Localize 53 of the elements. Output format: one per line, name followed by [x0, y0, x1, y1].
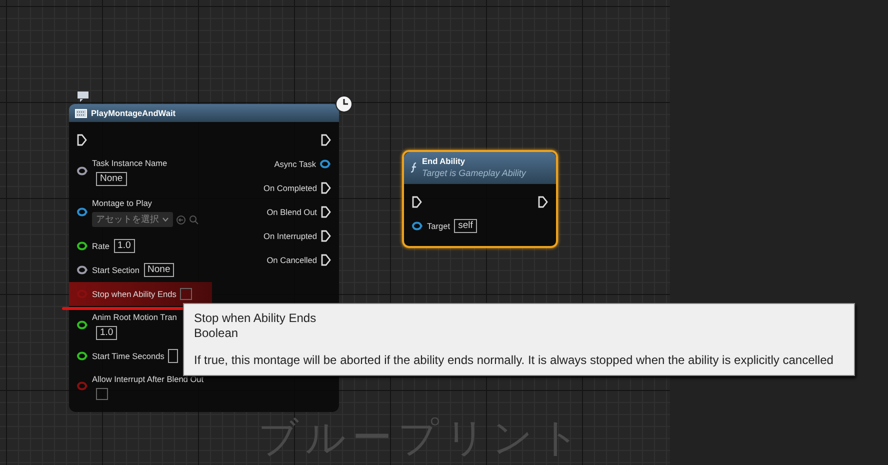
pin-label: Allow Interrupt After Blend Out — [92, 373, 204, 386]
exec-pin-icon[interactable] — [321, 182, 331, 194]
data-pin-icon[interactable] — [77, 166, 88, 176]
value-field[interactable] — [168, 349, 178, 364]
exec-pin-icon[interactable] — [538, 196, 548, 208]
pin-label: Stop when Ability Ends — [92, 288, 176, 301]
node-subtitle: Target is Gameplay Ability — [422, 167, 526, 180]
pin-label: On Interrupted — [263, 230, 317, 243]
comment-icon[interactable] — [77, 91, 89, 102]
pin-label: Task Instance Name — [92, 157, 168, 170]
clock-icon — [335, 95, 353, 113]
pin-label: Anim Root Motion Tran — [92, 311, 177, 324]
tooltip-type: Boolean — [194, 326, 240, 341]
exec-pin-icon[interactable] — [321, 134, 331, 146]
tooltip-title: Stop when Ability Ends — [194, 311, 318, 326]
checkbox[interactable] — [96, 388, 108, 400]
exec-pin-icon[interactable] — [321, 206, 331, 218]
data-pin-icon[interactable] — [77, 207, 88, 218]
function-icon — [410, 162, 418, 174]
caret-icon — [162, 217, 169, 222]
value-field[interactable]: None — [96, 172, 127, 186]
exec-pin-icon[interactable] — [321, 230, 331, 242]
use-selected-icon[interactable] — [176, 214, 186, 225]
asset-dropdown[interactable]: アセットを選択 — [92, 212, 173, 228]
pin-label: Target — [427, 220, 450, 232]
pin-label: Rate — [92, 240, 110, 253]
node-title: PlayMontageAndWait — [91, 107, 176, 120]
data-pin-icon[interactable] — [320, 159, 331, 170]
pin-label: On Completed — [264, 182, 317, 195]
pin-label: On Blend Out — [266, 206, 317, 219]
pin-label: Async Task — [274, 158, 316, 171]
pin-label: Start Time Seconds — [92, 350, 164, 363]
pin-label: Montage to Play — [92, 197, 153, 210]
data-pin-icon[interactable] — [77, 241, 88, 252]
checkbox[interactable] — [180, 288, 192, 300]
tooltip-description: If true, this montage will be aborted if the ability ends normally. It is always stopped when the ability is explicitly cancelled — [194, 353, 834, 368]
data-pin-icon[interactable] — [412, 220, 423, 231]
value-field[interactable]: None — [144, 263, 174, 278]
exec-pin-icon[interactable] — [412, 196, 422, 208]
exec-pin-icon[interactable] — [321, 254, 331, 266]
value-field[interactable]: 1.0 — [114, 239, 135, 254]
node-title: End Ability — [422, 155, 466, 168]
value-field[interactable]: 1.0 — [96, 326, 118, 340]
data-pin-icon[interactable] — [77, 351, 88, 362]
pin-label: On Cancelled — [266, 254, 317, 267]
node-type-icon — [75, 108, 87, 118]
data-pin-icon[interactable] — [77, 320, 88, 330]
search-icon[interactable] — [188, 214, 199, 225]
value-field[interactable]: self — [454, 218, 477, 233]
data-pin-icon[interactable] — [77, 265, 88, 276]
exec-pin-icon[interactable] — [77, 134, 87, 146]
graph-node[interactable]: End Ability Target is Gameplay Ability Target self — [402, 150, 558, 248]
pin-label: Start Section — [92, 264, 140, 277]
